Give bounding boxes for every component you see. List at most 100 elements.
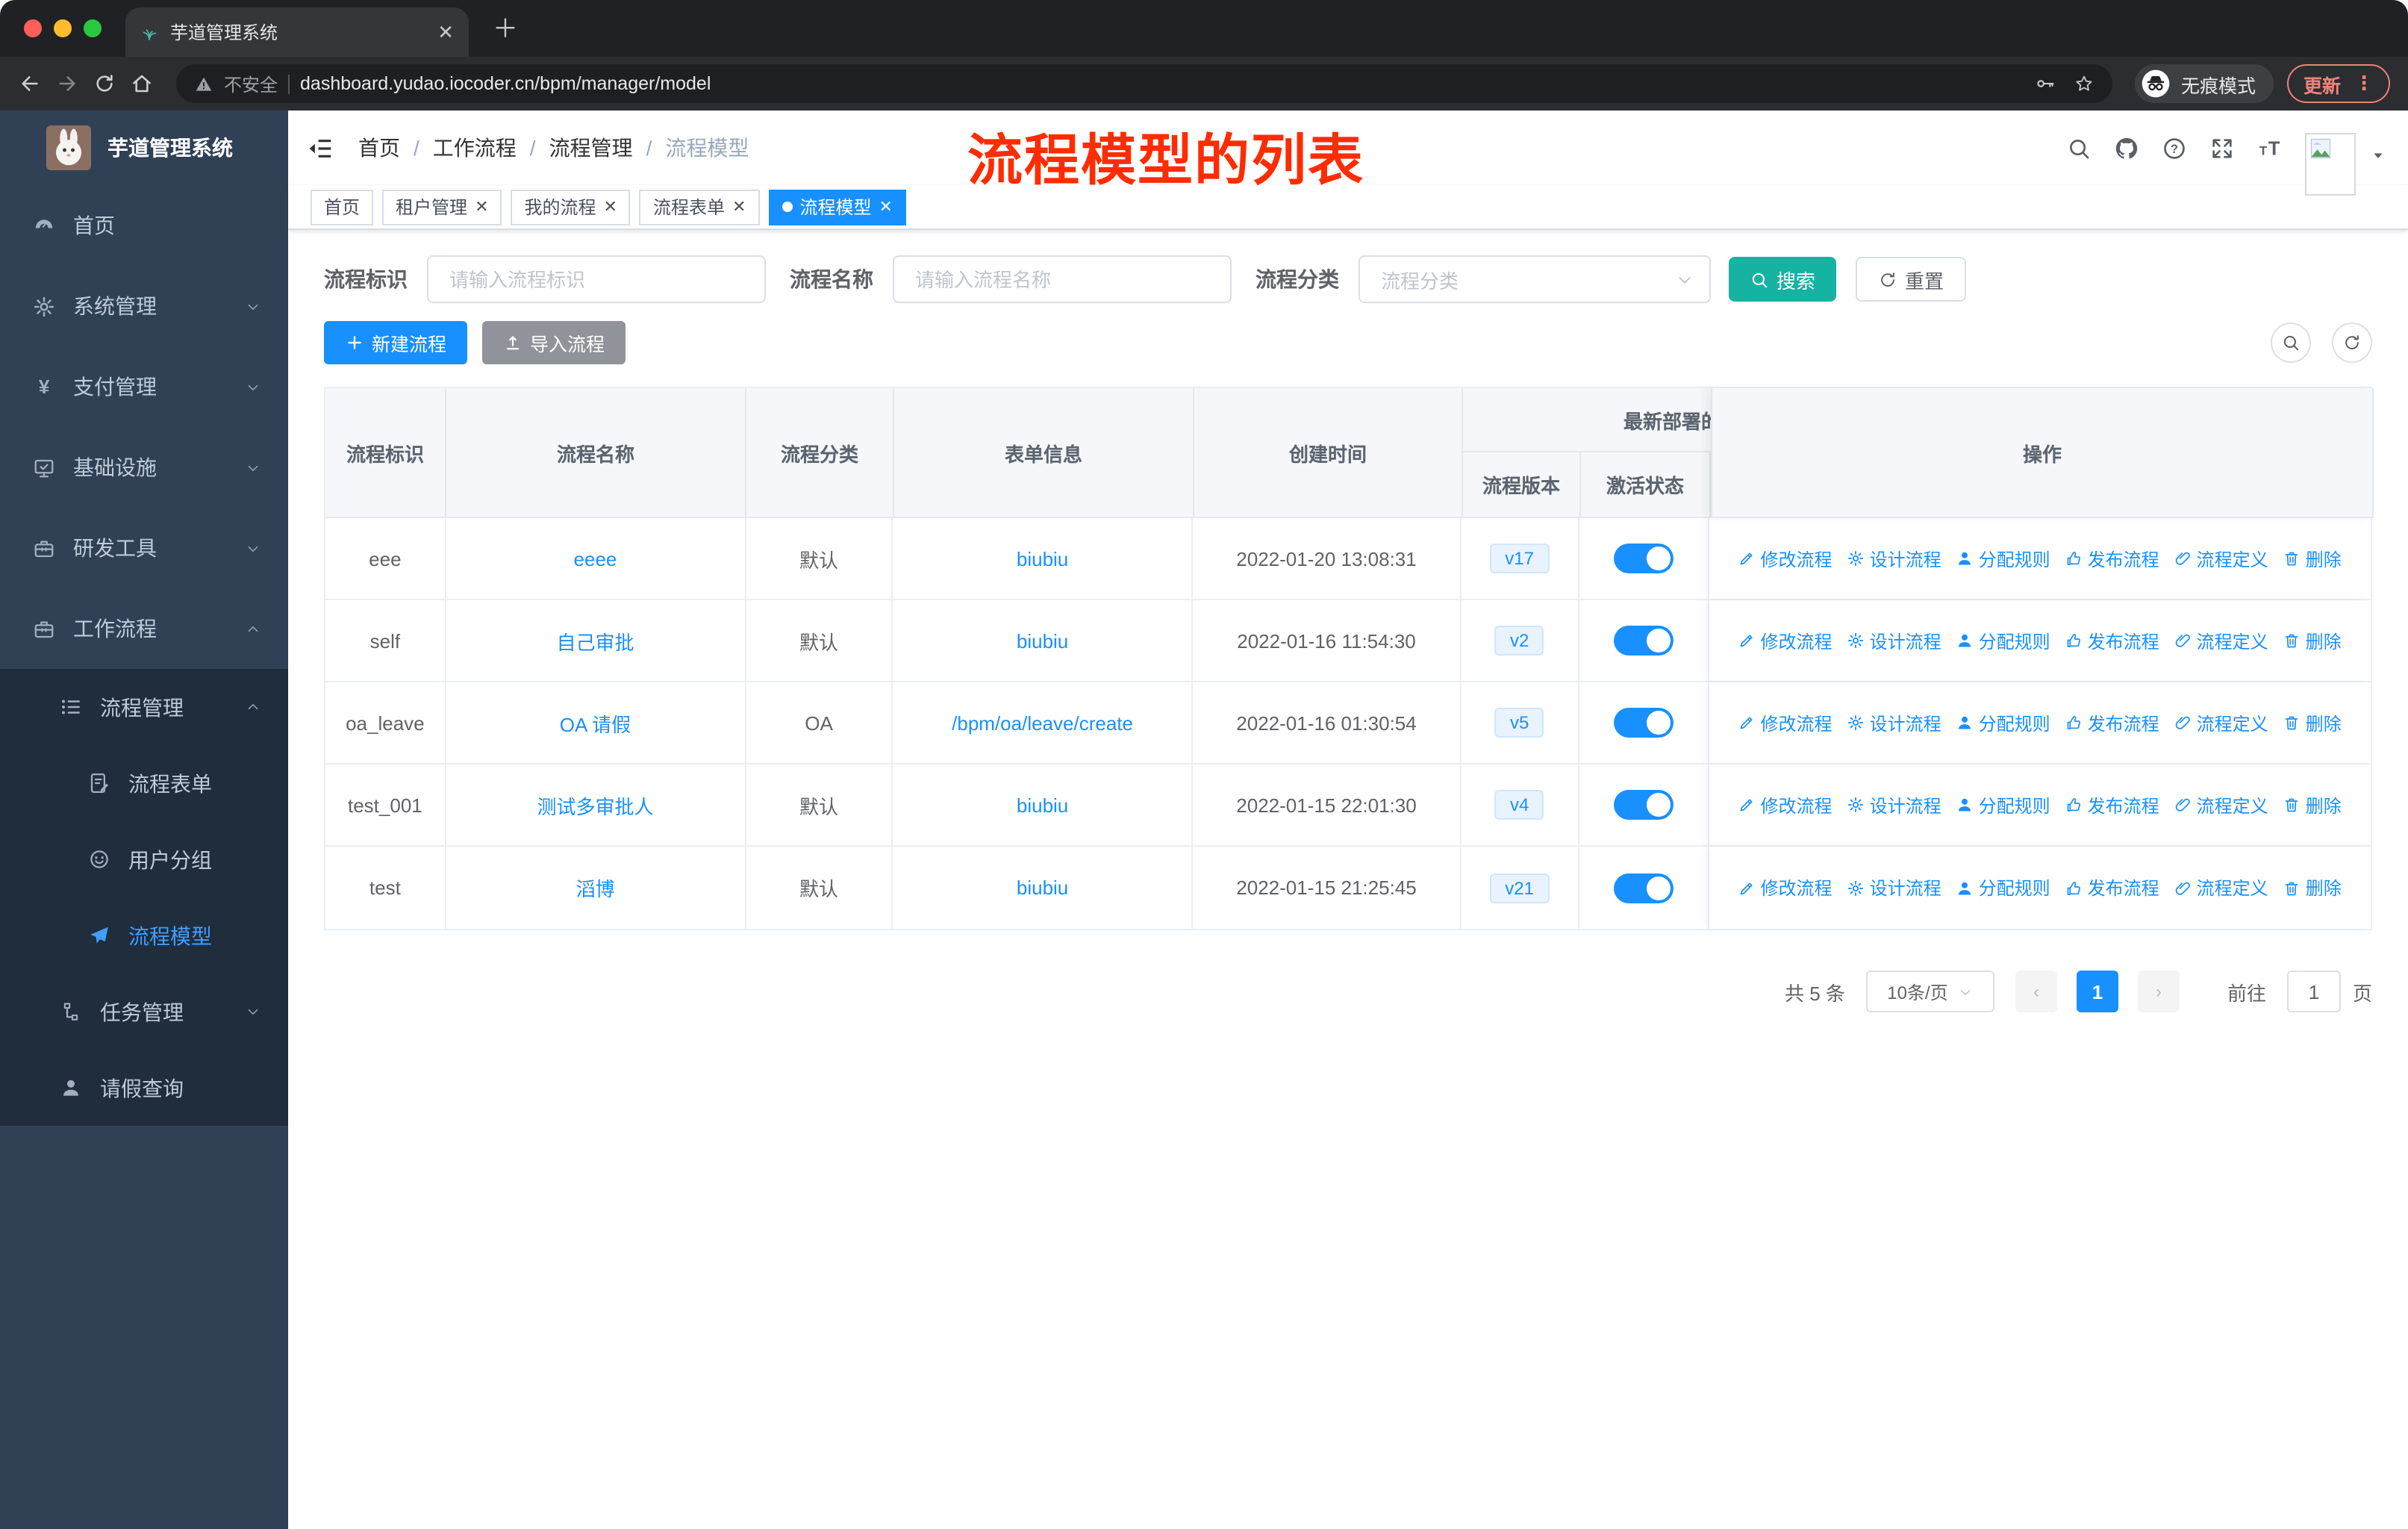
refresh-table-button[interactable] xyxy=(2332,323,2372,363)
sidebar-item-process-manage[interactable]: 流程管理 xyxy=(0,669,288,745)
action-design-link[interactable]: 设计流程 xyxy=(1847,546,1941,571)
active-toggle[interactable] xyxy=(1613,708,1674,738)
toggle-search-button[interactable] xyxy=(2271,323,2311,363)
action-assign-link[interactable]: 分配规则 xyxy=(1956,546,2050,571)
breadcrumb-item[interactable]: 工作流程 xyxy=(433,133,517,163)
hamburger-icon[interactable] xyxy=(306,134,334,162)
action-assign-link[interactable]: 分配规则 xyxy=(1956,628,2050,653)
fullscreen-icon[interactable] xyxy=(2209,135,2235,161)
action-definition-link[interactable]: 流程定义 xyxy=(2174,710,2268,735)
update-button[interactable]: 更新 ⋮ xyxy=(2286,64,2390,103)
action-modify-link[interactable]: 修改流程 xyxy=(1738,710,1832,735)
action-modify-link[interactable]: 修改流程 xyxy=(1738,875,1832,900)
active-toggle[interactable] xyxy=(1613,873,1674,903)
incognito-badge[interactable]: 无痕模式 xyxy=(2134,64,2274,103)
minimize-window-button[interactable] xyxy=(54,19,72,37)
action-assign-link[interactable]: 分配规则 xyxy=(1956,792,2050,818)
form-info-link[interactable]: biubiu xyxy=(1017,794,1068,816)
new-tab-button[interactable]: ＋ xyxy=(493,7,518,45)
back-icon[interactable] xyxy=(18,72,42,96)
action-design-link[interactable]: 设计流程 xyxy=(1847,875,1941,900)
app-logo[interactable]: 芋道管理系统 xyxy=(0,110,288,185)
model-name-link[interactable]: 自己审批 xyxy=(556,626,634,655)
sidebar-item-devtools[interactable]: 研发工具 xyxy=(0,508,288,588)
key-icon[interactable] xyxy=(2035,73,2056,94)
action-modify-link[interactable]: 修改流程 xyxy=(1738,792,1832,818)
home-icon[interactable] xyxy=(130,72,154,96)
active-toggle[interactable] xyxy=(1613,626,1674,655)
sidebar-item-user-group[interactable]: 用户分组 xyxy=(0,821,288,897)
action-assign-link[interactable]: 分配规则 xyxy=(1956,875,2050,900)
action-modify-link[interactable]: 修改流程 xyxy=(1738,628,1832,653)
breadcrumb-item[interactable]: 流程管理 xyxy=(549,133,633,163)
sidebar-item-home[interactable]: 首页 xyxy=(0,185,288,266)
form-info-link[interactable]: biubiu xyxy=(1017,629,1068,652)
close-icon[interactable]: ✕ xyxy=(879,197,892,217)
process-key-input[interactable] xyxy=(427,255,766,303)
tag-首页[interactable]: 首页 xyxy=(311,189,374,225)
form-info-link[interactable]: /bpm/oa/leave/create xyxy=(952,711,1133,734)
action-definition-link[interactable]: 流程定义 xyxy=(2174,875,2268,900)
next-page-button[interactable]: › xyxy=(2137,971,2180,1012)
form-info-link[interactable]: biubiu xyxy=(1017,547,1068,570)
sidebar-item-payment[interactable]: ¥ 支付管理 xyxy=(0,346,288,427)
action-delete-link[interactable]: 删除 xyxy=(2283,875,2342,900)
address-bar[interactable]: 不安全 dashboard.yudao.iocoder.cn/bpm/manag… xyxy=(176,64,2112,103)
close-icon[interactable]: ✕ xyxy=(732,197,746,217)
prev-page-button[interactable]: ‹ xyxy=(2015,971,2057,1012)
import-process-button[interactable]: 导入流程 xyxy=(482,321,626,364)
maximize-window-button[interactable] xyxy=(84,19,102,37)
fontsize-icon[interactable]: TT xyxy=(2257,135,2283,161)
action-design-link[interactable]: 设计流程 xyxy=(1847,792,1941,818)
forward-icon[interactable] xyxy=(55,72,79,96)
action-delete-link[interactable]: 删除 xyxy=(2283,710,2342,735)
action-definition-link[interactable]: 流程定义 xyxy=(2174,792,2268,818)
tab-close-icon[interactable]: ✕ xyxy=(437,20,454,44)
close-icon[interactable]: ✕ xyxy=(604,197,617,217)
caret-down-icon[interactable] xyxy=(2369,146,2387,164)
sidebar-item-process-form[interactable]: 流程表单 xyxy=(0,745,288,821)
action-delete-link[interactable]: 删除 xyxy=(2283,546,2342,571)
browser-tab[interactable]: 芋道管理系统 ✕ xyxy=(125,7,469,57)
create-process-button[interactable]: 新建流程 xyxy=(324,321,468,364)
tag-流程模型[interactable]: 流程模型 ✕ xyxy=(768,189,906,225)
sidebar-item-leave-query[interactable]: 请假查询 xyxy=(0,1050,288,1126)
search-icon[interactable] xyxy=(2066,135,2092,161)
goto-page-input[interactable] xyxy=(2286,971,2341,1012)
model-name-link[interactable]: OA 请假 xyxy=(560,709,631,737)
page-size-select[interactable]: 10条/页 xyxy=(1865,971,1994,1012)
tag-租户管理[interactable]: 租户管理 ✕ xyxy=(382,189,502,225)
active-toggle[interactable] xyxy=(1613,544,1674,573)
action-delete-link[interactable]: 删除 xyxy=(2283,628,2342,653)
tag-流程表单[interactable]: 流程表单 ✕ xyxy=(639,189,760,225)
page-number-button[interactable]: 1 xyxy=(2076,971,2118,1012)
model-name-link[interactable]: 测试多审批人 xyxy=(537,791,653,819)
tag-我的流程[interactable]: 我的流程 ✕ xyxy=(511,189,631,225)
reload-icon[interactable] xyxy=(93,72,116,96)
action-publish-link[interactable]: 发布流程 xyxy=(2065,546,2159,571)
model-name-link[interactable]: eeee xyxy=(574,547,617,570)
action-design-link[interactable]: 设计流程 xyxy=(1847,628,1941,653)
github-icon[interactable] xyxy=(2114,135,2139,161)
action-definition-link[interactable]: 流程定义 xyxy=(2174,628,2268,653)
action-publish-link[interactable]: 发布流程 xyxy=(2065,875,2159,900)
action-design-link[interactable]: 设计流程 xyxy=(1847,710,1941,735)
close-icon[interactable]: ✕ xyxy=(475,197,488,217)
avatar[interactable] xyxy=(2305,133,2356,196)
action-delete-link[interactable]: 删除 xyxy=(2283,792,2342,818)
category-select[interactable]: 流程分类 xyxy=(1359,255,1711,303)
process-name-input[interactable] xyxy=(893,255,1232,303)
action-modify-link[interactable]: 修改流程 xyxy=(1738,546,1832,571)
sidebar-item-workflow[interactable]: 工作流程 xyxy=(0,588,288,669)
active-toggle[interactable] xyxy=(1613,790,1674,820)
breadcrumb-item[interactable]: 首页 xyxy=(358,133,400,163)
menu-dots-icon[interactable]: ⋮ xyxy=(2354,72,2374,96)
star-icon[interactable] xyxy=(2074,73,2094,94)
help-icon[interactable]: ? xyxy=(2162,135,2187,161)
action-publish-link[interactable]: 发布流程 xyxy=(2065,710,2159,735)
form-info-link[interactable]: biubiu xyxy=(1017,876,1068,899)
action-assign-link[interactable]: 分配规则 xyxy=(1956,710,2050,735)
sidebar-item-system[interactable]: 系统管理 xyxy=(0,266,288,346)
close-window-button[interactable] xyxy=(24,19,42,37)
action-publish-link[interactable]: 发布流程 xyxy=(2065,792,2159,818)
